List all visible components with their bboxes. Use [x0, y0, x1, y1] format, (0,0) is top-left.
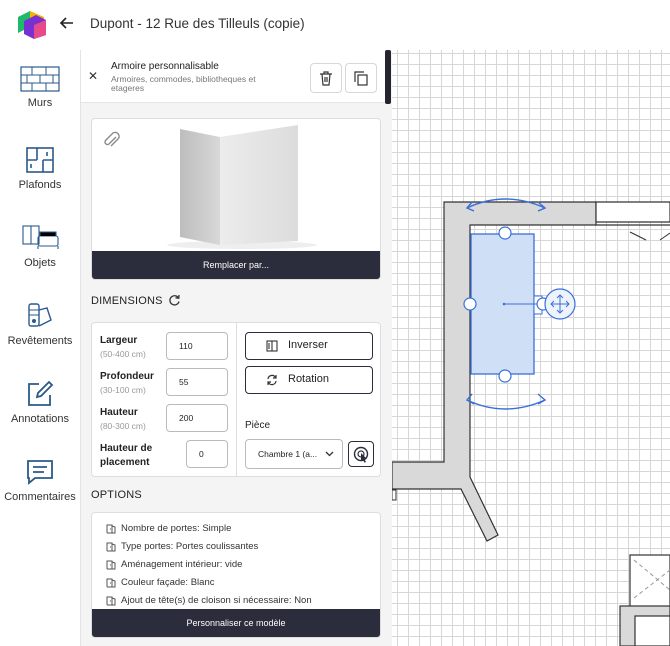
resize-handle	[498, 226, 512, 240]
rail-item-commentaires[interactable]: Commentaires	[0, 458, 80, 528]
width-range: (50-400 cm)	[100, 349, 146, 359]
reset-icon[interactable]	[168, 294, 181, 307]
object-header: ✕ Armoire personnalisable Armoires, comm…	[81, 50, 385, 103]
depth-label: Profondeur	[100, 371, 154, 382]
height-range: (80-300 cm)	[100, 421, 146, 431]
width-input[interactable]: 110	[166, 332, 228, 360]
divider	[236, 323, 237, 476]
close-icon[interactable]: ✕	[87, 69, 99, 83]
flip-icon	[266, 340, 278, 352]
ceiling-icon	[26, 147, 54, 173]
door-icon	[106, 560, 116, 570]
door-icon	[106, 524, 116, 534]
comment-icon	[27, 460, 53, 485]
options-card: Nombre de portes: Simple Type portes: Po…	[91, 512, 381, 638]
rail-item-annotations[interactable]: Annotations	[0, 380, 80, 450]
customize-model-button[interactable]: Personnaliser ce modèle	[92, 609, 380, 637]
wall-stub	[392, 489, 397, 501]
center-dot	[502, 302, 506, 306]
properties-panel: ✕ Armoire personnalisable Armoires, comm…	[80, 50, 392, 646]
room-select[interactable]: Chambre 1 (a...	[245, 439, 343, 469]
floor-plan-drawing	[392, 198, 670, 646]
project-title: Dupont - 12 Rue des Tilleuls (copie)	[90, 16, 305, 31]
pick-room-button[interactable]	[348, 441, 374, 467]
object-title: Armoire personnalisable	[111, 61, 219, 72]
invert-button[interactable]: Inverser	[245, 332, 373, 360]
wall-icon	[20, 66, 60, 92]
door-icon	[106, 578, 116, 588]
top-bar: Dupont - 12 Rue des Tilleuls (copie)	[0, 0, 670, 50]
target-cursor-icon	[353, 446, 369, 463]
rotation-button[interactable]: Rotation	[245, 366, 373, 394]
resize-handle	[463, 297, 477, 311]
floor-plan-canvas[interactable]	[392, 50, 670, 646]
replace-button[interactable]: Remplacer par...	[92, 251, 380, 279]
rail-item-objets[interactable]: Objets	[0, 224, 80, 294]
placement-height-label-line1: Hauteur de	[100, 443, 153, 454]
rail-label: Objets	[24, 257, 56, 269]
rotate-icon	[267, 374, 277, 386]
depth-input[interactable]: 55	[166, 368, 228, 396]
left-toolbar: Murs Plafonds Objets Revêtements Annotat…	[0, 50, 80, 646]
chevron-down-icon	[325, 451, 334, 457]
rail-label: Revêtements	[7, 335, 73, 347]
wardrobe-preview-image	[167, 125, 317, 249]
rail-item-murs[interactable]: Murs	[0, 66, 80, 136]
dimensions-card: Largeur (50-400 cm) 110 Profondeur (30-1…	[91, 322, 381, 477]
trash-icon	[320, 71, 332, 86]
rail-item-plafonds[interactable]: Plafonds	[0, 146, 80, 216]
rail-label: Commentaires	[4, 491, 76, 503]
options-heading: OPTIONS	[91, 489, 142, 501]
wall-segment	[595, 201, 670, 223]
room-label: Pièce	[245, 420, 271, 431]
invert-label: Inverser	[288, 339, 328, 351]
object-preview: Remplacer par...	[91, 118, 381, 280]
height-label: Hauteur	[100, 407, 138, 418]
rail-label: Annotations	[10, 413, 70, 425]
annotation-icon	[28, 380, 54, 406]
rail-item-revetements[interactable]: Revêtements	[0, 302, 80, 372]
width-label: Largeur	[100, 335, 138, 346]
dimensions-heading: DIMENSIONS	[91, 295, 163, 307]
back-arrow-icon[interactable]	[58, 13, 76, 33]
object-category: Armoires, commodes, bibliotheques et eta…	[111, 74, 256, 93]
duplicate-button[interactable]	[345, 63, 377, 93]
room-select-value: Chambre 1 (a...	[258, 449, 318, 459]
depth-range: (30-100 cm)	[100, 385, 146, 395]
copy-icon	[354, 71, 368, 86]
paperclip-icon[interactable]	[103, 130, 121, 150]
swatch-icon	[28, 303, 52, 327]
rail-label: Murs	[27, 97, 53, 109]
panel-scrollbar[interactable]	[385, 50, 391, 104]
placement-height-input[interactable]: 0	[186, 440, 228, 468]
delete-button[interactable]	[310, 63, 342, 93]
app-logo-icon	[18, 11, 46, 39]
rotation-label: Rotation	[288, 373, 329, 385]
objects-icon	[22, 225, 59, 249]
placement-height-label-line2: placement	[100, 457, 150, 468]
rail-label: Plafonds	[18, 179, 62, 191]
door-icon	[106, 542, 116, 552]
height-input[interactable]: 200	[166, 404, 228, 432]
door-icon	[106, 596, 116, 606]
resize-handle	[498, 369, 512, 383]
